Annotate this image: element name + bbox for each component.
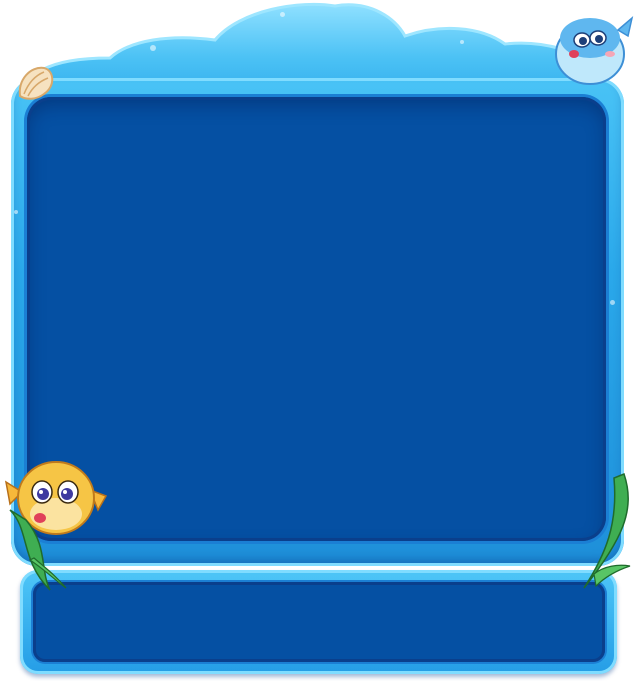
seaweed-icon <box>583 473 631 589</box>
bubble-decoration <box>460 40 464 44</box>
bubble-decoration <box>610 300 615 305</box>
seaweed-icon <box>9 509 67 591</box>
main-display-area <box>27 97 606 541</box>
bubble-decoration <box>280 12 285 17</box>
bottom-display-area <box>33 582 605 662</box>
blue-pufferfish-icon <box>555 15 634 85</box>
bubble-decoration <box>150 45 156 51</box>
game-panel <box>0 0 639 681</box>
seashell-icon <box>18 66 54 100</box>
bubble-decoration <box>14 210 18 214</box>
